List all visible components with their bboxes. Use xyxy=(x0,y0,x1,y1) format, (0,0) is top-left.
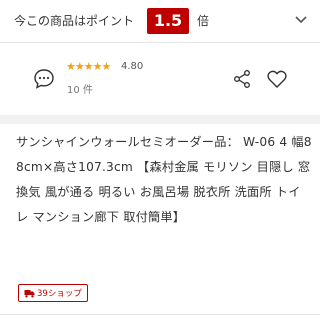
points-banner-text: 今この商品はポイント xyxy=(14,14,135,28)
rating-stars: ★★★★★ xyxy=(66,60,111,73)
share-icon[interactable] xyxy=(232,69,252,89)
review-row: ★★★★★ 4.80 10 件 xyxy=(0,56,320,104)
bottom-divider xyxy=(0,314,320,315)
rating-value: 4.80 xyxy=(121,61,144,72)
shop-tag-label: 39ショップ xyxy=(37,289,82,299)
product-title: サンシャインウォールセミオーダー品： W-06 4 幅88cm×高さ107.3c… xyxy=(16,135,312,224)
shop-39-tag: 39ショップ xyxy=(18,284,88,302)
section-divider xyxy=(0,115,320,124)
points-banner: 今この商品はポイント 1.5 倍 xyxy=(0,0,320,43)
review-count[interactable]: 10 件 xyxy=(67,81,93,96)
heart-icon[interactable] xyxy=(266,68,288,90)
truck-icon xyxy=(24,289,35,297)
chevron-down-icon[interactable] xyxy=(292,10,310,28)
points-multiplier-suffix: 倍 xyxy=(197,14,210,28)
points-multiplier-badge: 1.5 xyxy=(147,8,189,34)
review-chat-icon[interactable] xyxy=(33,68,55,90)
